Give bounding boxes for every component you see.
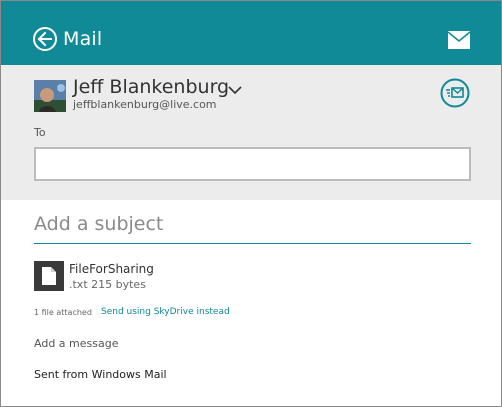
send-icon[interactable] <box>440 78 470 108</box>
mail-compose-window: Mail Jeff Blankenburg jeffblankenburg@li… <box>0 0 502 407</box>
envelope-icon[interactable] <box>448 31 470 49</box>
message-signature: Sent from Windows Mail <box>34 368 167 381</box>
message-body-input[interactable]: Add a message <box>34 337 118 351</box>
sender-email: jeffblankenburg@live.com <box>73 98 217 111</box>
chevron-down-icon[interactable] <box>228 85 242 95</box>
attachment-count: 1 file attached <box>34 308 92 317</box>
send-using-skydrive-link[interactable]: Send using SkyDrive instead <box>101 307 230 318</box>
attachment-file-name: FileForSharing <box>69 262 154 276</box>
back-button[interactable] <box>33 27 57 51</box>
to-label: To <box>34 126 46 139</box>
file-thumbnail <box>34 261 64 291</box>
attachment-item[interactable]: FileForSharing .txt 215 bytes <box>34 261 264 295</box>
avatar <box>34 80 66 112</box>
subject-underline <box>34 243 471 244</box>
app-header: Mail <box>1 1 501 65</box>
document-icon <box>42 267 56 285</box>
back-arrow-icon <box>37 31 52 47</box>
attachment-file-meta: .txt 215 bytes <box>69 278 146 291</box>
sender-name[interactable]: Jeff Blankenburg <box>73 76 229 98</box>
app-title: Mail <box>63 28 103 50</box>
to-field[interactable] <box>34 147 471 181</box>
sender-recipient-panel: Jeff Blankenburg jeffblankenburg@live.co… <box>1 65 501 200</box>
subject-input[interactable] <box>34 207 471 241</box>
